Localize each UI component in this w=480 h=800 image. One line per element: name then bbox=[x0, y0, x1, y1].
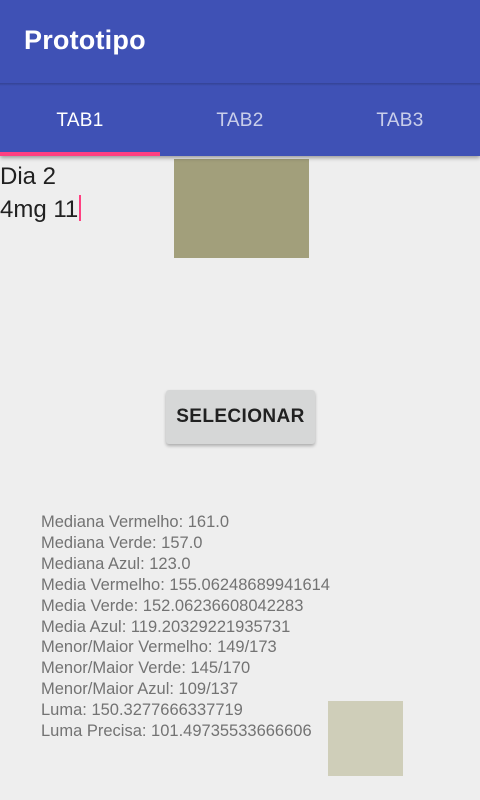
stat-range-blue: Menor/Maior Azul: 109/137 bbox=[41, 680, 239, 699]
tab-bar: TAB1 TAB2 TAB3 bbox=[0, 86, 480, 156]
select-button[interactable]: SELECIONAR bbox=[166, 390, 315, 444]
stat-luma: Luma: 150.3277666337719 bbox=[41, 701, 243, 720]
tab1-content: Dia 2 4mg 11 SELECIONAR Mediana Vermelho… bbox=[0, 156, 480, 800]
stat-range-red: Menor/Maior Vermelho: 149/173 bbox=[41, 638, 277, 657]
average-color-swatch bbox=[328, 701, 403, 776]
day-text-line-2: 4mg 11 bbox=[0, 193, 170, 226]
tab-2[interactable]: TAB2 bbox=[160, 86, 320, 156]
day-text-line-2-value: 4mg 11 bbox=[0, 196, 79, 223]
tab-1[interactable]: TAB1 bbox=[0, 86, 160, 156]
tab-1-label: TAB1 bbox=[56, 110, 104, 131]
stat-mean-green: Media Verde: 152.06236608042283 bbox=[41, 596, 304, 615]
tab-3-label: TAB3 bbox=[376, 110, 424, 131]
app-title: Prototipo bbox=[24, 25, 146, 55]
stat-mean-blue: Media Azul: 119.20329221935731 bbox=[41, 617, 291, 636]
text-cursor bbox=[79, 195, 82, 221]
day-text-line-1: Dia 2 bbox=[0, 163, 57, 190]
stat-median-blue: Mediana Azul: 123.0 bbox=[41, 554, 191, 573]
stat-range-green: Menor/Maior Verde: 145/170 bbox=[41, 659, 251, 678]
tab-selected-indicator bbox=[0, 152, 160, 156]
stat-median-red: Mediana Vermelho: 161.0 bbox=[41, 513, 230, 531]
color-stats: Mediana Vermelho: 161.0 Mediana Verde: 1… bbox=[41, 512, 330, 742]
stat-luma-precise: Luma Precisa: 101.49735533666606 bbox=[41, 722, 312, 741]
sample-image bbox=[174, 159, 309, 258]
stat-median-green: Mediana Verde: 157.0 bbox=[41, 533, 203, 552]
tab-3[interactable]: TAB3 bbox=[320, 86, 480, 156]
tab-2-label: TAB2 bbox=[216, 110, 264, 131]
app-bar: Prototipo TAB1 TAB2 TAB3 bbox=[0, 0, 480, 156]
toolbar: Prototipo bbox=[0, 0, 480, 84]
day-text-field[interactable]: Dia 2 4mg 11 bbox=[0, 160, 170, 226]
stat-mean-red: Media Vermelho: 155.06248689941614 bbox=[41, 575, 330, 594]
